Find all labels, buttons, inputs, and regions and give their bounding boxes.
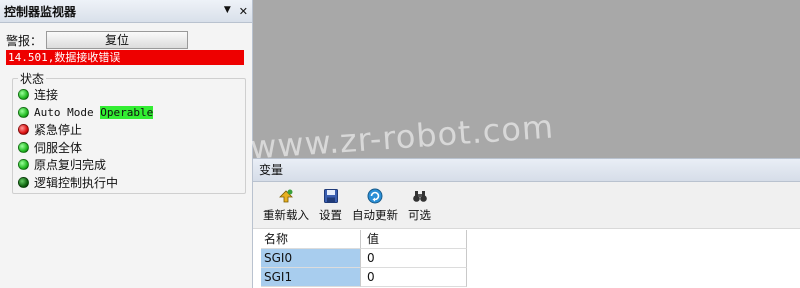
table-header-row: 名称 值	[261, 230, 467, 249]
status-auto-mode: Auto Mode Operable	[18, 104, 154, 122]
variables-panel: 变量 重新载入 设置 自动更新 可选 名称 值 SGI0 0 SGI1 0	[253, 158, 800, 288]
error-message-bar: 14.501,数据接收错误	[6, 50, 244, 65]
status-label: 紧急停止	[34, 123, 83, 138]
binoculars-icon	[412, 190, 427, 202]
column-header-name[interactable]: 名称	[261, 230, 361, 249]
settings-button[interactable]: 设置	[319, 182, 342, 228]
status-label: Auto Mode	[34, 105, 101, 119]
status-servo-all: 伺服全体	[18, 139, 153, 157]
status-led-icon	[18, 141, 29, 153]
status-group-title: 状态	[18, 70, 47, 87]
variable-name-cell[interactable]: SGI0	[261, 249, 361, 268]
column-header-value[interactable]: 值	[361, 230, 467, 249]
variable-name-cell[interactable]: SGI1	[261, 268, 361, 287]
alarm-label: 警报：	[6, 33, 43, 48]
status-list: 连接 Auto Mode Operable 紧急停止 伺服全体 原点复归完成 逻…	[18, 86, 154, 192]
save-icon	[323, 188, 338, 203]
reload-icon	[279, 189, 293, 202]
variables-table: 名称 值 SGI0 0 SGI1 0	[261, 230, 467, 287]
settings-label: 设置	[319, 207, 342, 222]
refresh-icon	[367, 188, 383, 203]
status-led-icon	[18, 159, 29, 171]
optional-button[interactable]: 可选	[408, 182, 431, 228]
auto-update-label: 自动更新	[352, 207, 398, 222]
table-row[interactable]: SGI0 0	[261, 249, 467, 268]
reload-label: 重新载入	[263, 207, 309, 222]
variables-toolbar: 重新载入 设置 自动更新 可选	[253, 182, 800, 229]
status-connected: 连接	[18, 86, 153, 104]
reload-button[interactable]: 重新载入	[263, 182, 309, 228]
controller-monitor-titlebar: 控制器监视器 ▼ ✕	[0, 0, 252, 23]
status-led-icon	[18, 176, 29, 188]
variables-title: 变量	[253, 158, 800, 182]
status-highlight: Operable	[100, 105, 154, 119]
close-icon[interactable]: ✕	[239, 5, 248, 18]
status-label: 连接	[34, 88, 59, 103]
status-led-icon	[18, 124, 29, 136]
status-label: 逻辑控制执行中	[34, 175, 119, 190]
alarm-row: 警报： 复位	[6, 31, 189, 49]
pin-dropdown-icon[interactable]: ▼	[224, 5, 231, 18]
status-logic-running: 逻辑控制执行中	[18, 174, 153, 192]
status-emergency-stop: 紧急停止	[18, 121, 153, 139]
table-row[interactable]: SGI1 0	[261, 268, 467, 287]
status-label: 伺服全体	[34, 140, 83, 155]
status-led-icon	[18, 89, 29, 101]
auto-update-button[interactable]: 自动更新	[352, 182, 398, 228]
status-label: 原点复归完成	[34, 158, 107, 173]
status-homing-complete: 原点复归完成	[18, 156, 153, 174]
panel-title: 控制器监视器	[4, 4, 77, 19]
variable-value-cell[interactable]: 0	[361, 249, 467, 268]
status-led-icon	[18, 106, 29, 118]
variable-value-cell[interactable]: 0	[361, 268, 467, 287]
reset-button[interactable]: 复位	[46, 31, 189, 49]
controller-monitor-panel: 控制器监视器 ▼ ✕ 警报： 复位 14.501,数据接收错误 状态 连接 Au…	[0, 0, 253, 288]
optional-label: 可选	[408, 207, 431, 222]
